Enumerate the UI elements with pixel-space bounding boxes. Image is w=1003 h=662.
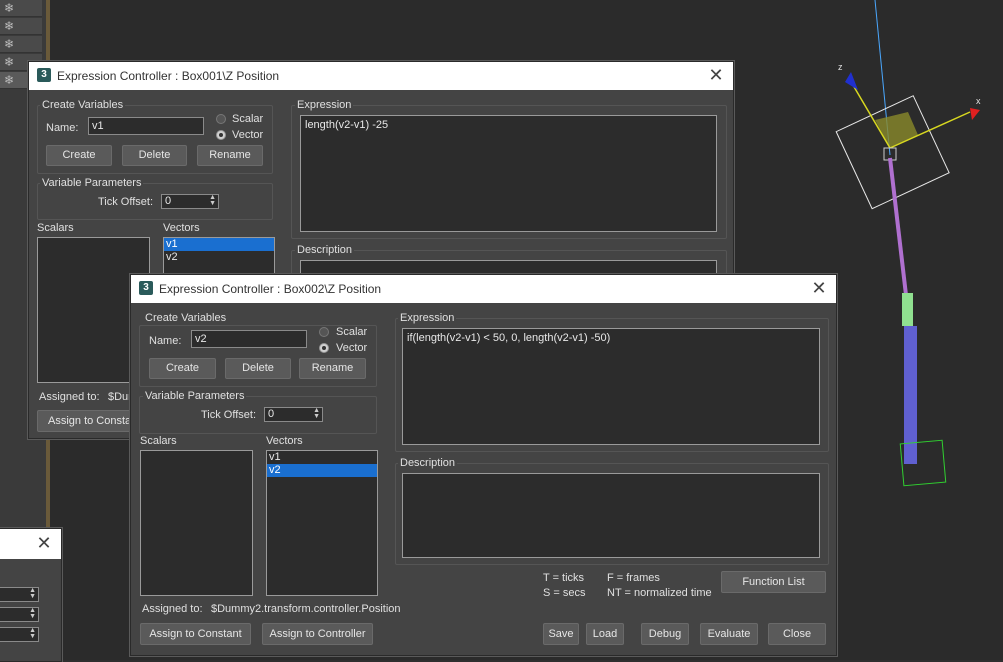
- delete-button[interactable]: Delete: [122, 145, 187, 166]
- rod-joint: [902, 293, 913, 326]
- app-icon: 3: [139, 281, 153, 295]
- vector-label: Vector: [232, 129, 264, 141]
- vector-radio[interactable]: [319, 343, 329, 353]
- close-icon[interactable]: ✕: [707, 65, 725, 85]
- viewport-scene: x z: [835, 0, 981, 487]
- group-label: Create Variables: [40, 99, 126, 111]
- scalar-label: Scalar: [232, 113, 264, 125]
- snowflake-icon[interactable]: ❄: [0, 0, 42, 17]
- name-input[interactable]: v1: [88, 117, 204, 135]
- gizmo-x-arrow: [970, 108, 980, 120]
- group-label: Variable Parameters: [143, 390, 247, 402]
- group-label: Variable Parameters: [40, 177, 144, 189]
- gizmo-z-arrow: [845, 72, 858, 90]
- tick-offset-label: Tick Offset:: [201, 409, 257, 421]
- expression-textarea[interactable]: if(length(v2-v1) < 50, 0, length(v2-v1) …: [402, 328, 820, 445]
- tick-offset-spinner[interactable]: 0 ▲ ▼: [161, 194, 219, 209]
- scalar-radio[interactable]: [319, 327, 329, 337]
- save-button[interactable]: Save: [543, 623, 579, 645]
- spinner-field[interactable]: ▲ ▼: [0, 587, 39, 602]
- vectors-label: Vectors: [163, 222, 200, 234]
- list-item[interactable]: v2: [267, 464, 377, 477]
- tick-offset-value: 0: [165, 195, 172, 207]
- vector-label: Vector: [336, 342, 368, 354]
- vectors-label: Vectors: [266, 435, 303, 447]
- dialog-title: Expression Controller : Box001\Z Positio…: [57, 69, 280, 83]
- name-label: Name:: [46, 122, 79, 134]
- expression-textarea[interactable]: length(v2-v1) -25: [300, 115, 717, 232]
- vectors-list[interactable]: v1 v2: [163, 237, 275, 277]
- evaluate-button[interactable]: Evaluate: [700, 623, 758, 645]
- app-icon: 3: [37, 68, 51, 82]
- snowflake-icon[interactable]: ❄: [0, 18, 42, 35]
- vectors-list[interactable]: v1 v2: [266, 450, 378, 596]
- dialog-title: Expression Controller : Box002\Z Positio…: [159, 282, 382, 296]
- legend-frames: F = frames: [607, 572, 660, 584]
- dialog-2-titlebar: 3 Expression Controller : Box002\Z Posit…: [131, 275, 836, 303]
- dialog-3: ✕ ▲ ▼ ▲ ▼ ▲ ▼: [0, 528, 62, 662]
- scalars-label: Scalars: [37, 222, 74, 234]
- legend-secs: S = secs: [543, 587, 586, 599]
- load-button[interactable]: Load: [586, 623, 624, 645]
- tick-offset-spinner[interactable]: 0 ▲ ▼: [264, 407, 323, 422]
- close-icon[interactable]: ✕: [810, 278, 828, 298]
- rod-upper: [888, 157, 908, 296]
- description-textarea[interactable]: [402, 473, 820, 558]
- create-button[interactable]: Create: [149, 358, 216, 379]
- group-label: Expression: [398, 312, 457, 324]
- tick-offset-value: 0: [268, 408, 275, 420]
- list-item[interactable]: v1: [164, 238, 274, 251]
- function-list-button[interactable]: Function List: [721, 571, 826, 593]
- group-label: Description: [295, 244, 355, 256]
- assign-constant-button[interactable]: Assign to Constant: [140, 623, 251, 645]
- rename-button[interactable]: Rename: [299, 358, 366, 379]
- group-label: Description: [398, 457, 458, 469]
- name-label: Name:: [149, 335, 182, 347]
- list-item[interactable]: v2: [164, 251, 274, 264]
- list-item[interactable]: v1: [267, 451, 377, 464]
- close-button[interactable]: Close: [768, 623, 826, 645]
- scalar-label: Scalar: [336, 326, 368, 338]
- gizmo-plane: [875, 112, 918, 148]
- gizmo-x-label: x: [976, 96, 981, 106]
- dialog-1-titlebar: 3 Expression Controller : Box001\Z Posit…: [29, 62, 733, 90]
- assigned-to-label: Assigned to:: [142, 603, 203, 615]
- assigned-to-label: Assigned to:: [39, 391, 100, 403]
- assign-controller-button[interactable]: Assign to Controller: [262, 623, 373, 645]
- snowflake-icon[interactable]: ❄: [0, 36, 42, 53]
- delete-button[interactable]: Delete: [225, 358, 291, 379]
- spinner-field[interactable]: ▲ ▼: [0, 607, 39, 622]
- tick-offset-label: Tick Offset:: [98, 196, 154, 208]
- scalars-list[interactable]: [140, 450, 253, 596]
- expression-controller-dialog-2: 3 Expression Controller : Box002\Z Posit…: [130, 274, 837, 656]
- create-button[interactable]: Create: [46, 145, 112, 166]
- name-input[interactable]: v2: [191, 330, 307, 348]
- assigned-to-value: $Dummy2.transform.controller.Position: [211, 603, 401, 615]
- scalar-radio[interactable]: [216, 114, 226, 124]
- group-label: Expression: [295, 99, 354, 111]
- scalars-label: Scalars: [140, 435, 177, 447]
- gizmo-z-label: z: [838, 62, 843, 72]
- debug-button[interactable]: Debug: [641, 623, 689, 645]
- close-icon[interactable]: ✕: [35, 533, 53, 553]
- spinner-field[interactable]: ▲ ▼: [0, 627, 39, 642]
- dialog-3-titlebar: ✕: [0, 529, 61, 559]
- group-label: Create Variables: [143, 312, 229, 324]
- vector-radio[interactable]: [216, 130, 226, 140]
- legend-ticks: T = ticks: [543, 572, 585, 584]
- rename-button[interactable]: Rename: [197, 145, 263, 166]
- legend-normalized-time: NT = normalized time: [607, 587, 712, 599]
